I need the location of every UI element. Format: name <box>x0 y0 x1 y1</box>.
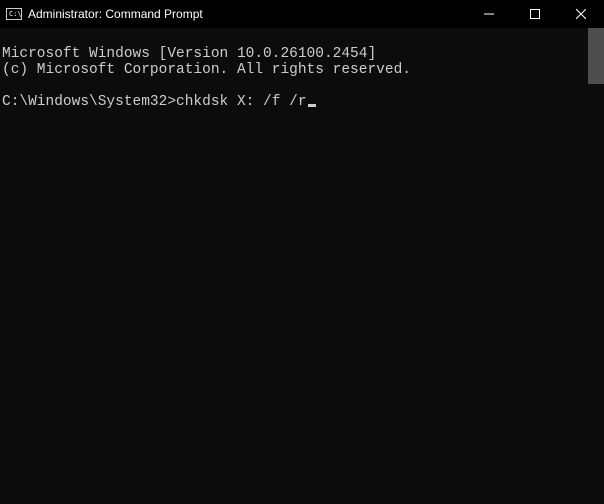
minimize-button[interactable] <box>466 0 512 28</box>
window-title: Administrator: Command Prompt <box>28 7 203 21</box>
prompt-path: C:\Windows\System32> <box>2 94 176 110</box>
window-controls <box>466 0 604 28</box>
version-line: Microsoft Windows [Version 10.0.26100.24… <box>2 46 376 62</box>
command-prompt-window: C:\ Administrator: Command Prompt Micros… <box>0 0 604 504</box>
text-cursor <box>308 104 316 107</box>
typed-command: chkdsk X: /f /r <box>176 94 307 110</box>
titlebar[interactable]: C:\ Administrator: Command Prompt <box>0 0 604 28</box>
maximize-button[interactable] <box>512 0 558 28</box>
svg-text:C:\: C:\ <box>9 10 22 18</box>
cmd-icon: C:\ <box>6 6 22 22</box>
terminal-output[interactable]: Microsoft Windows [Version 10.0.26100.24… <box>0 28 604 504</box>
copyright-line: (c) Microsoft Corporation. All rights re… <box>2 62 411 78</box>
vertical-scrollbar-thumb[interactable] <box>588 28 604 84</box>
close-button[interactable] <box>558 0 604 28</box>
